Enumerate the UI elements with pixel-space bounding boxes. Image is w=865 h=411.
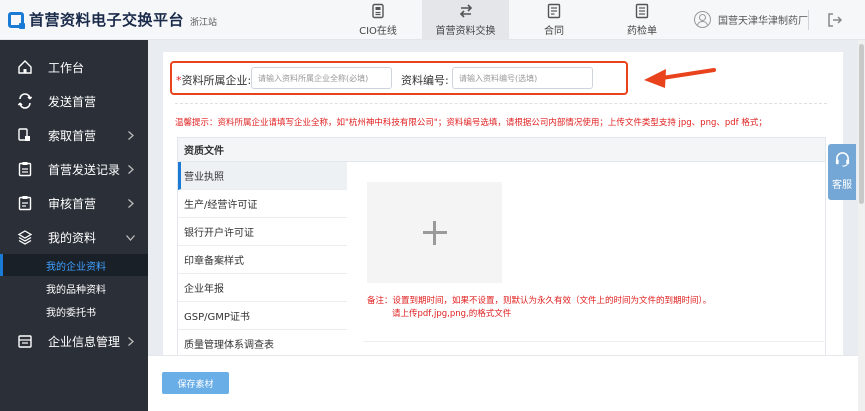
doc-item-bank-license[interactable]: 银行开户许可证: [178, 218, 347, 246]
headset-icon: [835, 152, 849, 167]
doc-item-gsp-gmp[interactable]: GSP/GMP证书: [178, 302, 347, 330]
header-divider: [808, 10, 809, 30]
exchange-icon: [459, 4, 472, 18]
audit-icon: [18, 196, 32, 211]
brand-title: 首营资料电子交换平台: [29, 11, 185, 29]
doc-list: 营业执照 生产/经营许可证 银行开户许可证 印章备案样式 企业年报 GSP/GM…: [178, 162, 347, 358]
sidebar-item-label: 首营发送记录: [48, 162, 121, 177]
customer-service-button[interactable]: 客服: [828, 144, 856, 200]
company-label: *资料所属企业:: [176, 72, 251, 88]
company-label-text: 资料所属企业:: [181, 74, 252, 87]
logout-icon[interactable]: [826, 11, 844, 29]
layers-icon: [17, 230, 33, 245]
sidebar-item-send-records[interactable]: 首营发送记录: [0, 152, 148, 186]
docs-header: 资质文件: [178, 138, 825, 162]
company-input[interactable]: 请输入资料所属企业全称(必填): [251, 67, 392, 89]
sidebar-subitem-label: 我的委托书: [46, 307, 96, 319]
contract-icon: [547, 3, 561, 19]
sidebar-item-company-info[interactable]: 企业信息管理: [0, 324, 148, 358]
chevron-right-icon: [128, 336, 134, 346]
home-icon: [18, 60, 32, 74]
doc-item-annual-report[interactable]: 企业年报: [178, 274, 347, 302]
brand-logo[interactable]: 首营资料电子交换平台 浙江站: [8, 9, 217, 30]
dashed-divider: [175, 103, 827, 104]
chevron-right-icon: [128, 164, 134, 174]
sidebar-item-label: 企业信息管理: [48, 334, 121, 349]
region-label: 浙江站: [190, 18, 218, 28]
record-icon: [18, 162, 32, 177]
top-header: 首营资料电子交换平台 浙江站 CIO在线 首营资料交换 合同 药检单 国营天津华…: [0, 0, 865, 40]
sidebar-item-workbench[interactable]: 工作台: [0, 50, 148, 84]
sidebar-item-label: 发送首营: [48, 94, 97, 109]
plus-icon-vertical: [433, 220, 436, 245]
docs-panel: 资质文件 营业执照 生产/经营许可证 银行开户许可证 印章备案样式 企业年报 G…: [177, 137, 826, 358]
chevron-right-icon: [128, 198, 134, 208]
tab-label: 合同: [544, 26, 564, 37]
scrollbar[interactable]: [858, 40, 865, 411]
sidebar-item-label: 我的资料: [48, 230, 97, 245]
cio-icon: [372, 3, 384, 19]
tab-contract[interactable]: 合同: [511, 0, 597, 40]
tab-label: 首营资料交换: [435, 26, 496, 37]
note-line-2: 请上传pdf,jpg,png,的格式文件: [392, 309, 512, 319]
logo-mark-icon: [8, 11, 25, 29]
sidebar-item-label: 工作台: [48, 60, 85, 75]
doc-item-operating-license[interactable]: 生产/经营许可证: [178, 190, 347, 218]
sidebar-item-send[interactable]: 发送首营: [0, 84, 148, 118]
chevron-right-icon: [128, 130, 134, 140]
chevron-down-icon: [126, 234, 135, 241]
sidebar-item-label: 审核首营: [48, 196, 97, 211]
sidebar-subitem-my-power-of-attorney[interactable]: 我的委托书: [0, 300, 148, 322]
arrow-pointer-icon: [644, 68, 716, 88]
footer-bar: 保存素材: [148, 355, 858, 411]
tab-label: CIO在线: [359, 26, 397, 37]
sidebar-subitem-my-company-data[interactable]: 我的企业资料: [0, 254, 148, 276]
code-input[interactable]: 请输入资料编号(选填): [452, 67, 593, 89]
tab-data-exchange[interactable]: 首营资料交换: [422, 0, 509, 40]
send-icon: [17, 93, 33, 109]
inspection-icon: [635, 3, 649, 19]
user-menu[interactable]: 国营天津华津制药厂: [694, 11, 808, 28]
scrollbar-thumb[interactable]: [859, 44, 864, 204]
tip-text: 温馨提示：资料所属企业请填写企业全称，如"杭州神中科技有限公司"；资料编号选填，…: [175, 118, 767, 128]
upload-box[interactable]: [367, 182, 502, 283]
tab-inspection[interactable]: 药检单: [599, 0, 685, 40]
doc-item-quality-survey[interactable]: 质量管理体系调查表: [178, 330, 347, 358]
save-material-button[interactable]: 保存素材: [162, 372, 229, 394]
sidebar-item-request[interactable]: 索取首营: [0, 118, 148, 152]
sidebar-subitem-my-product-data[interactable]: 我的品种资料: [0, 277, 148, 299]
sidebar-item-label: 索取首营: [48, 128, 97, 143]
tab-label: 药检单: [627, 26, 657, 37]
sidebar: 工作台 发送首营 索取首营 首营发送记录 审核首营 我的资料 我的企业资料 我的…: [0, 40, 148, 411]
sidebar-item-audit[interactable]: 审核首营: [0, 186, 148, 220]
note-line-1: 备注：设置到期时间，如果不设置，则默认为永久有效（文件上的时间为文件的到期时间）…: [367, 296, 712, 306]
user-name: 国营天津华津制药厂: [718, 16, 808, 27]
request-icon: [18, 128, 30, 141]
docs-divider: [363, 341, 826, 342]
doc-item-seal-sample[interactable]: 印章备案样式: [178, 246, 347, 274]
company-icon: [18, 335, 32, 348]
avatar-icon: [694, 11, 711, 28]
code-label: 资料编号:: [401, 74, 449, 87]
sidebar-subitem-label: 我的品种资料: [46, 284, 106, 296]
sidebar-item-my-data[interactable]: 我的资料: [0, 220, 148, 254]
sidebar-subitem-label: 我的企业资料: [46, 261, 106, 273]
tab-cio-online[interactable]: CIO在线: [335, 0, 421, 40]
support-label: 客服: [832, 180, 852, 191]
doc-item-business-license[interactable]: 营业执照: [178, 162, 347, 190]
